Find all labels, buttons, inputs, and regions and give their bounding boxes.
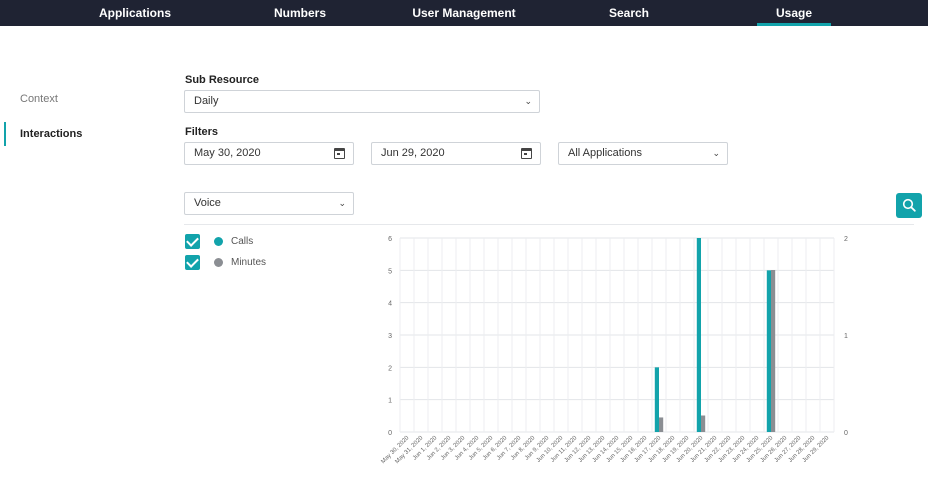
y-tick-right: 2 [844,236,848,243]
y-tick-left: 2 [388,365,392,372]
bar-minutes [659,417,664,432]
chevron-down-icon: ⌄ [712,148,720,158]
filters-label: Filters [185,126,219,138]
minutes-label: Minutes [231,257,267,268]
calls-color-dot [214,237,223,246]
start-date-input[interactable]: May 30, 2020 [184,142,354,165]
divider [184,224,914,225]
sub-resource-label: Sub Resource [185,74,259,86]
sidebar-active-indicator [4,122,6,146]
y-tick-left: 1 [388,398,392,405]
y-tick-left: 5 [388,268,392,275]
minutes-color-dot [214,258,223,267]
sidebar-item-context[interactable]: Context [20,93,58,105]
calendar-icon[interactable] [334,148,345,159]
y-tick-left: 3 [388,333,392,340]
sub-resource-select[interactable]: Daily ⌄ [184,90,540,113]
chevron-down-icon: ⌄ [338,198,346,208]
end-date-input[interactable]: Jun 29, 2020 [371,142,541,165]
nav-applications[interactable]: Applications [95,0,175,26]
calendar-icon[interactable] [521,148,532,159]
bar-calls [654,367,659,432]
y-tick-right: 0 [844,430,848,437]
bar-calls [766,270,771,432]
nav-user-management[interactable]: User Management [412,0,516,26]
bar-minutes [771,270,776,432]
search-button[interactable] [896,193,922,218]
search-icon [902,198,916,212]
nav-search[interactable]: Search [605,0,653,26]
bar-calls [696,238,701,432]
chevron-down-icon: ⌄ [524,96,532,106]
nav-numbers[interactable]: Numbers [270,0,330,26]
y-tick-right: 1 [844,333,848,340]
sub-resource-value: Daily [194,95,219,107]
start-date-value: May 30, 2020 [194,147,261,159]
top-nav: Applications Numbers User Management Sea… [0,0,928,46]
application-value: All Applications [568,147,642,159]
end-date-value: Jun 29, 2020 [381,147,445,159]
type-value: Voice [194,197,221,209]
nav-usage-records[interactable]: Usage Records [757,0,831,46]
type-select[interactable]: Voice ⌄ [184,192,354,215]
calls-label: Calls [231,236,254,247]
application-select[interactable]: All Applications ⌄ [558,142,728,165]
bar-minutes [701,415,706,432]
calls-checkbox[interactable] [185,234,200,249]
y-tick-left: 0 [388,430,392,437]
sidebar-item-interactions[interactable]: Interactions [20,128,82,140]
usage-chart: 0123456012May 30, 2020May 31, 2020Jun 1,… [380,236,848,465]
legend-item-calls: Calls [185,234,253,249]
minutes-checkbox[interactable] [185,255,200,270]
legend-item-minutes: Minutes [185,255,266,270]
y-tick-left: 6 [388,236,392,243]
y-tick-left: 4 [388,301,392,308]
